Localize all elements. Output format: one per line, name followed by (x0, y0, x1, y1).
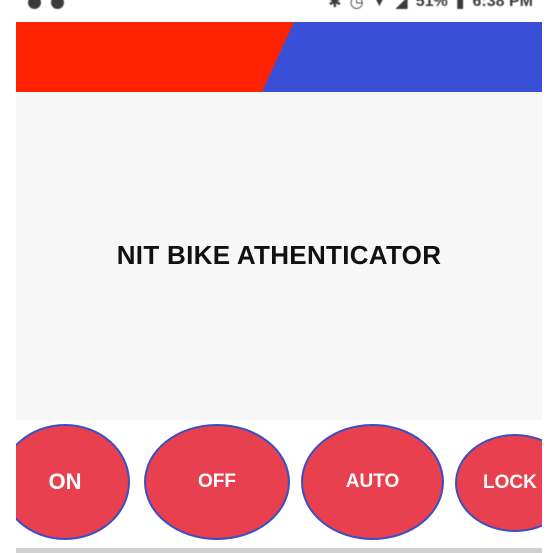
auto-button[interactable]: AUTO (301, 424, 444, 540)
off-button[interactable]: OFF (144, 424, 290, 540)
status-system-icons: ✱ ◷ ▼ ◢ 51% ▮ 6:38 PM (328, 0, 533, 13)
lock-button[interactable]: LOCK (455, 434, 542, 532)
bottom-divider (16, 548, 542, 553)
alarm-icon: ◷ (349, 0, 364, 11)
notification-icon (51, 0, 64, 9)
clock: 6:38 PM (472, 0, 533, 10)
header-banner-graphic (16, 22, 542, 92)
on-button[interactable]: ON (16, 424, 130, 540)
status-bar: ✱ ◷ ▼ ◢ 51% ▮ 6:38 PM (0, 0, 549, 22)
battery-icon: ▮ (455, 0, 465, 11)
app-title: NIT BIKE ATHENTICATOR (116, 240, 442, 270)
app-screen: ✱ ◷ ▼ ◢ 51% ▮ 6:38 PM NIT BIKE ATHENTICA… (0, 0, 549, 553)
header-red-segment (16, 22, 294, 92)
header-banner (16, 22, 542, 92)
battery-percent: 51% (415, 0, 448, 10)
notification-icon (28, 0, 41, 9)
bluetooth-icon: ✱ (328, 0, 342, 11)
signal-icon: ◢ (395, 0, 408, 11)
control-button-row: ON OFF AUTO LOCK (16, 420, 542, 548)
status-notification-icons (28, 0, 64, 13)
main-content: NIT BIKE ATHENTICATOR (16, 92, 542, 420)
wifi-icon: ▼ (371, 0, 388, 10)
